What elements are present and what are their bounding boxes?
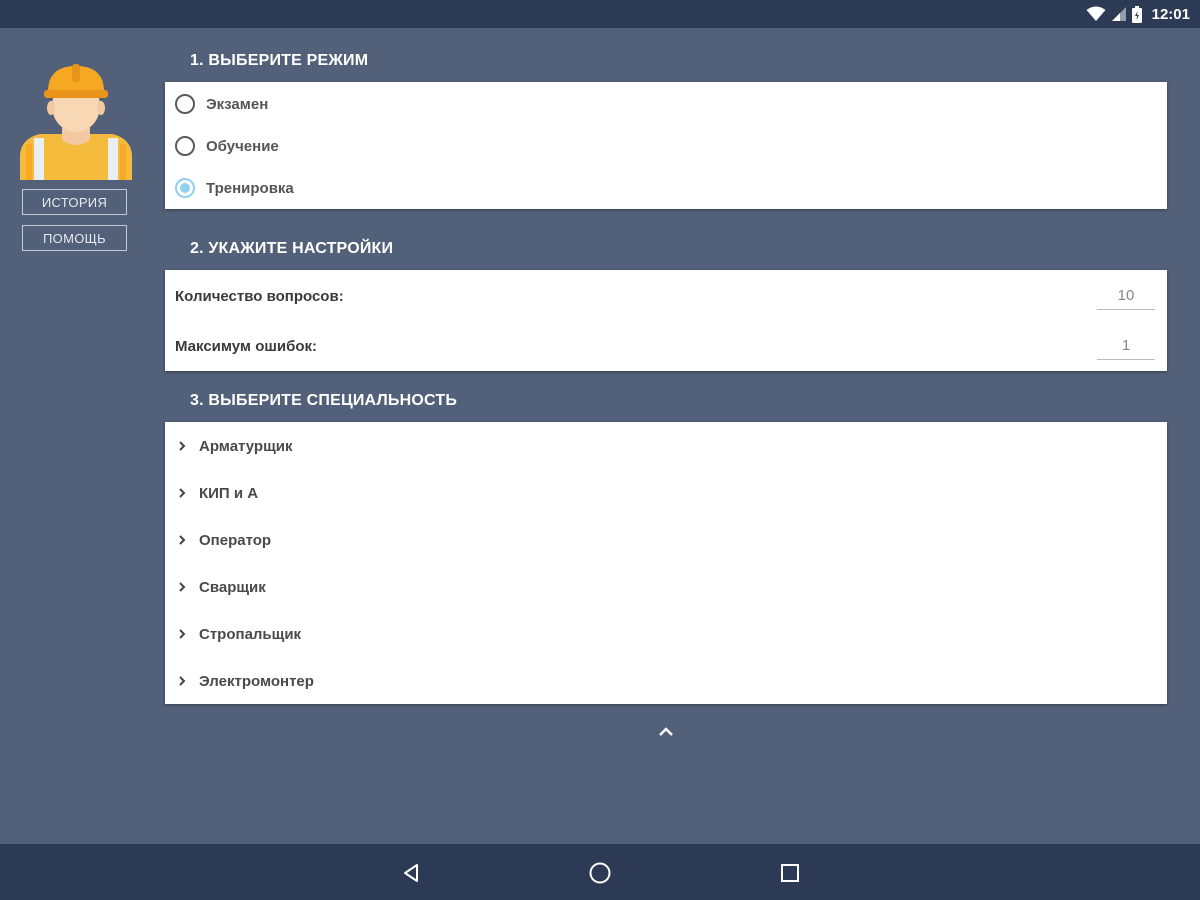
recents-icon[interactable] (775, 858, 805, 888)
back-icon[interactable] (396, 858, 426, 888)
status-bar: 12:01 (0, 0, 1200, 28)
questions-count-label: Количество вопросов: (175, 288, 344, 305)
settings-card: Количество вопросов: Максимум ошибок: (165, 270, 1167, 371)
chevron-up-icon[interactable] (654, 720, 678, 744)
status-time: 12:01 (1151, 5, 1190, 23)
radio-button-learning[interactable] (175, 136, 195, 156)
navigation-bar (0, 844, 1200, 900)
list-item-kip[interactable]: КИП и А (175, 478, 258, 508)
chevron-right-icon (175, 488, 189, 498)
list-item-armaturshchik[interactable]: Арматурщик (175, 431, 292, 461)
questions-count-row: Количество вопросов: (175, 282, 1155, 312)
radio-button-training[interactable] (175, 178, 195, 198)
list-item-elektromonter[interactable]: Электромонтер (175, 666, 314, 696)
questions-count-input[interactable] (1097, 282, 1155, 310)
worker-avatar-icon (18, 62, 134, 182)
chevron-right-icon (175, 676, 189, 686)
radio-training-label: Тренировка (206, 179, 294, 197)
list-item-label: Сварщик (199, 578, 266, 596)
battery-icon (1131, 5, 1142, 23)
settings-section-title: 2. УКАЖИТЕ НАСТРОЙКИ (190, 240, 394, 257)
list-item-label: Электромонтер (199, 672, 314, 690)
chevron-right-icon (175, 535, 189, 545)
list-item-label: Стропальщик (199, 625, 302, 643)
radio-button-exam[interactable] (175, 94, 195, 114)
chevron-right-icon (175, 441, 189, 451)
mode-section-title: 1. ВЫБЕРИТЕ РЕЖИМ (190, 52, 369, 69)
radio-learning-label: Обучение (206, 137, 279, 155)
radio-exam[interactable]: Экзамен (175, 89, 268, 119)
list-item-label: Арматурщик (199, 437, 293, 455)
wifi-icon (1086, 6, 1106, 21)
radio-learning[interactable]: Обучение (175, 131, 279, 161)
specialty-section-title: 3. ВЫБЕРИТЕ СПЕЦИАЛЬНОСТЬ (190, 392, 458, 409)
list-item-stropalshchik[interactable]: Стропальщик (175, 619, 301, 649)
list-item-operator[interactable]: Оператор (175, 525, 271, 555)
list-item-label: КИП и А (199, 484, 259, 502)
max-mistakes-label: Максимум ошибок: (175, 338, 318, 355)
home-icon[interactable] (585, 858, 615, 888)
max-mistakes-input[interactable] (1097, 332, 1155, 360)
chevron-right-icon (175, 582, 189, 592)
help-button[interactable]: ПОМОЩЬ (22, 225, 127, 251)
list-item-label: Оператор (199, 531, 272, 549)
list-item-svarshchik[interactable]: Сварщик (175, 572, 266, 602)
chevron-right-icon (175, 629, 189, 639)
radio-training[interactable]: Тренировка (175, 173, 294, 203)
mode-card: Экзамен Обучение Тренировка (165, 82, 1167, 209)
signal-icon (1111, 7, 1126, 21)
specialty-card: Арматурщик КИП и А Оператор Сварщик Стро… (165, 422, 1167, 704)
radio-exam-label: Экзамен (206, 95, 269, 113)
radio-selected-dot (180, 183, 190, 193)
history-button[interactable]: ИСТОРИЯ (22, 189, 127, 215)
status-icons: 12:01 (1086, 0, 1190, 28)
max-mistakes-row: Максимум ошибок: (175, 332, 1155, 362)
